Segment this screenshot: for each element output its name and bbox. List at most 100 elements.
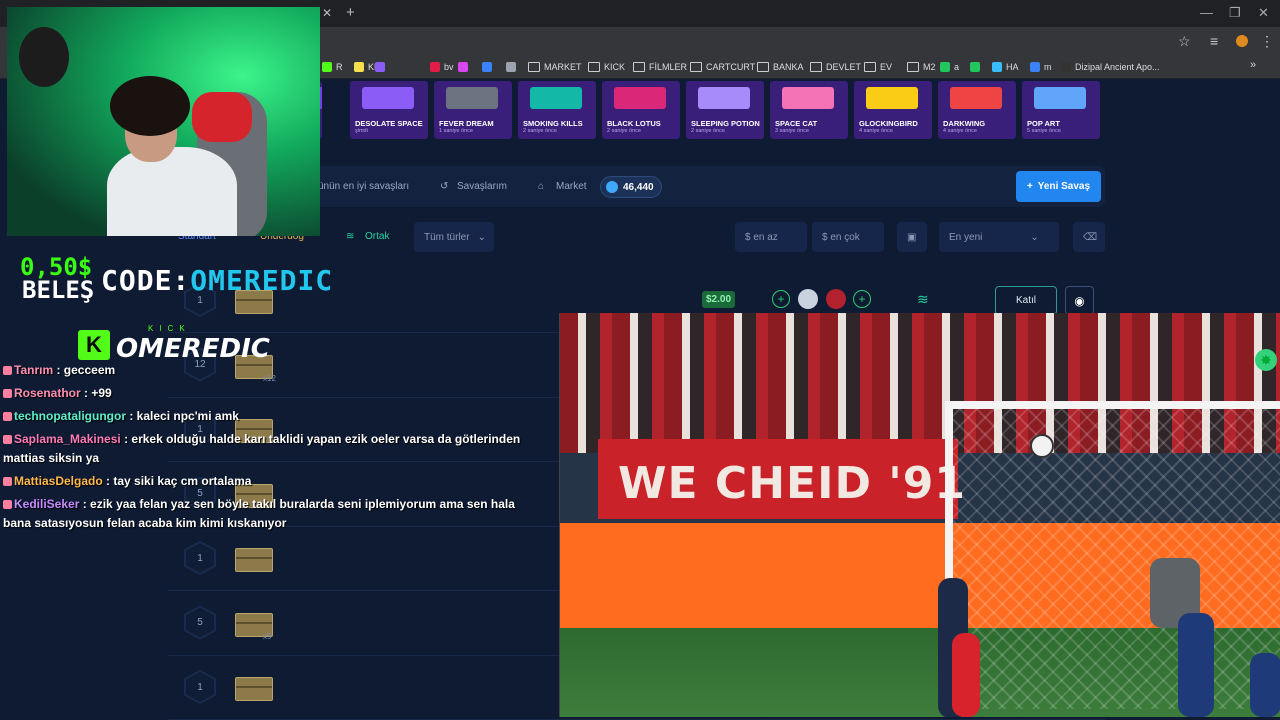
bookmark-item[interactable]: m bbox=[1030, 58, 1052, 76]
case-multiplier: x12 bbox=[263, 373, 276, 383]
streamer-shirt bbox=[107, 147, 237, 236]
type-dropdown[interactable]: Tüm türler ⌄ bbox=[414, 222, 494, 252]
nav-my-battles[interactable]: Savaşlarım bbox=[457, 181, 507, 192]
join-slot-button[interactable]: + bbox=[853, 290, 871, 308]
player-defender bbox=[952, 633, 980, 717]
live-drop-item[interactable]: DARKWING 4 saniye önce bbox=[938, 81, 1016, 139]
live-drop-item[interactable]: SMOKING KILLS 2 saniye önce bbox=[518, 81, 596, 139]
bookmark-item[interactable]: HA bbox=[992, 58, 1019, 76]
join-battle-button[interactable]: Katıl bbox=[995, 286, 1057, 315]
max-price-placeholder: $ en çok bbox=[822, 231, 860, 243]
coin-icon bbox=[606, 181, 618, 193]
filter-ortak[interactable]: Ortak bbox=[365, 231, 389, 242]
chat-text: : kaleci npc'mi amk bbox=[129, 409, 239, 423]
drop-item-time: 1 saniye önce bbox=[439, 128, 473, 134]
restore-icon[interactable]: ❐ bbox=[1229, 5, 1241, 21]
bookmark-item[interactable] bbox=[970, 58, 984, 76]
chat-username[interactable]: Saplama_Makinesi bbox=[14, 432, 121, 446]
chat-badge-icon bbox=[3, 435, 12, 445]
chevron-down-icon: ⌄ bbox=[477, 231, 486, 243]
live-drop-item[interactable]: DESOLATE SPACE şimdi bbox=[350, 81, 428, 139]
live-drop-item[interactable]: SLEEPING POTION 2 saniye önce bbox=[686, 81, 764, 139]
view-toggle[interactable]: ▣ bbox=[897, 222, 927, 252]
drop-item-name: DESOLATE SPACE bbox=[355, 119, 423, 128]
chat-message: MattiasDelgado : tay siki kaç cm ortalam… bbox=[3, 474, 251, 488]
chat-username[interactable]: Tanrım bbox=[14, 363, 53, 377]
bookmark-item[interactable] bbox=[482, 58, 496, 76]
bookmark-item[interactable] bbox=[506, 58, 520, 76]
live-drop-item[interactable]: BLACK LOTUS 2 saniye önce bbox=[602, 81, 680, 139]
bookmark-label: EV bbox=[880, 62, 893, 72]
nav-best-battles[interactable]: ünün en iyi savaşları bbox=[318, 181, 409, 192]
chat-username[interactable]: MattiasDelgado bbox=[14, 474, 103, 488]
new-battle-button[interactable]: + Yeni Savaş bbox=[1016, 171, 1101, 202]
live-drop-item[interactable]: GLOCKINGBIRD 4 saniye önce bbox=[854, 81, 932, 139]
chat-username[interactable]: KediliSeker bbox=[14, 497, 79, 511]
bookmark-item[interactable]: CARTCURT bbox=[690, 58, 755, 76]
profile-avatar[interactable] bbox=[1236, 35, 1248, 47]
bookmark-item[interactable]: M2 bbox=[907, 58, 936, 76]
chat-text: : erkek olduğu halde karı taklidi yapan … bbox=[124, 432, 521, 446]
bookmark-item[interactable]: BANKA bbox=[757, 58, 804, 76]
drop-item-name: SMOKING KILLS bbox=[523, 119, 583, 128]
live-drop-item[interactable]: SPACE CAT 3 saniye önce bbox=[770, 81, 848, 139]
bookmark-item[interactable]: MARKET bbox=[528, 58, 582, 76]
bookmark-item[interactable]: R bbox=[322, 58, 343, 76]
hanging-headphones bbox=[19, 27, 69, 87]
bookmark-star-icon[interactable]: ☆ bbox=[1178, 33, 1191, 50]
bookmark-item[interactable]: DEVLET bbox=[810, 58, 861, 76]
max-price-input[interactable]: $ en çok bbox=[812, 222, 884, 252]
balance-pill[interactable]: 46,440 bbox=[600, 176, 662, 198]
player-attacker bbox=[1178, 613, 1214, 717]
chat-username[interactable]: Rosenathor bbox=[14, 386, 81, 400]
site-favicon-icon bbox=[458, 62, 468, 72]
bookmark-item[interactable]: EV bbox=[864, 58, 892, 76]
live-drop-item[interactable]: FEVER DREAM 1 saniye önce bbox=[434, 81, 512, 139]
eraser-icon: ⌫ bbox=[1083, 231, 1098, 243]
min-price-input[interactable]: $ en az bbox=[735, 222, 807, 252]
bookmark-item[interactable]: KICK bbox=[588, 58, 625, 76]
chat-text: : +99 bbox=[84, 386, 112, 400]
clear-filters-button[interactable]: ⌫ bbox=[1073, 222, 1105, 252]
weapon-skin-image bbox=[782, 87, 834, 109]
drop-item-time: 2 saniye önce bbox=[691, 128, 725, 134]
bookmark-item[interactable]: a bbox=[940, 58, 959, 76]
folder-icon bbox=[810, 62, 822, 72]
history-icon: ↺ bbox=[440, 181, 449, 192]
football-video: WE CHEID '91 bbox=[559, 313, 1280, 717]
folder-icon bbox=[864, 62, 876, 72]
live-drop-item[interactable]: POP ART 5 saniye önce bbox=[1022, 81, 1100, 139]
minimize-icon[interactable]: — bbox=[1200, 5, 1213, 20]
site-favicon-icon bbox=[430, 62, 440, 72]
drop-item-name: GLOCKINGBIRD bbox=[859, 119, 918, 128]
drop-item-time: 4 saniye önce bbox=[943, 128, 977, 134]
media-control-icon[interactable]: ≡ bbox=[1210, 33, 1218, 49]
battle-price: $2.00 bbox=[702, 291, 736, 308]
browser-menu-icon[interactable]: ⋮ bbox=[1260, 33, 1274, 50]
chat-username[interactable]: technopataligungor bbox=[14, 409, 126, 423]
window-close-icon[interactable]: ✕ bbox=[1258, 5, 1269, 21]
nav-market[interactable]: Market bbox=[556, 181, 587, 192]
folder-icon bbox=[588, 62, 600, 72]
join-slot-button[interactable]: + bbox=[772, 290, 790, 308]
bookmark-label: R bbox=[336, 62, 343, 72]
site-favicon-icon bbox=[322, 62, 332, 72]
sort-dropdown[interactable]: En yeni ⌄ bbox=[939, 222, 1059, 252]
view-battle-button[interactable]: ◉ bbox=[1065, 286, 1094, 315]
new-tab-icon[interactable]: + bbox=[346, 4, 355, 21]
bookmark-item[interactable] bbox=[375, 58, 389, 76]
close-tab-icon[interactable]: ✕ bbox=[322, 6, 332, 20]
bookmark-item[interactable]: Dizipal Ancient Apo... bbox=[1061, 58, 1160, 76]
bookmark-item[interactable] bbox=[458, 58, 472, 76]
bookmark-label: HA bbox=[1006, 62, 1019, 72]
weapon-skin-image bbox=[950, 87, 1002, 109]
bookmark-item[interactable]: FİLMLER bbox=[633, 58, 687, 76]
player-avatar bbox=[826, 289, 846, 309]
more-bookmarks-icon[interactable]: » bbox=[1250, 59, 1256, 71]
chat-message: KediliSeker : ezik yaa felan yaz sen böy… bbox=[3, 497, 515, 511]
drop-item-time: 5 saniye önce bbox=[1027, 128, 1061, 134]
bookmark-item[interactable]: bv bbox=[430, 58, 454, 76]
site-favicon-icon bbox=[940, 62, 950, 72]
drop-item-name: SLEEPING POTION bbox=[691, 119, 760, 128]
promo-code-label: CODE: bbox=[101, 264, 191, 297]
